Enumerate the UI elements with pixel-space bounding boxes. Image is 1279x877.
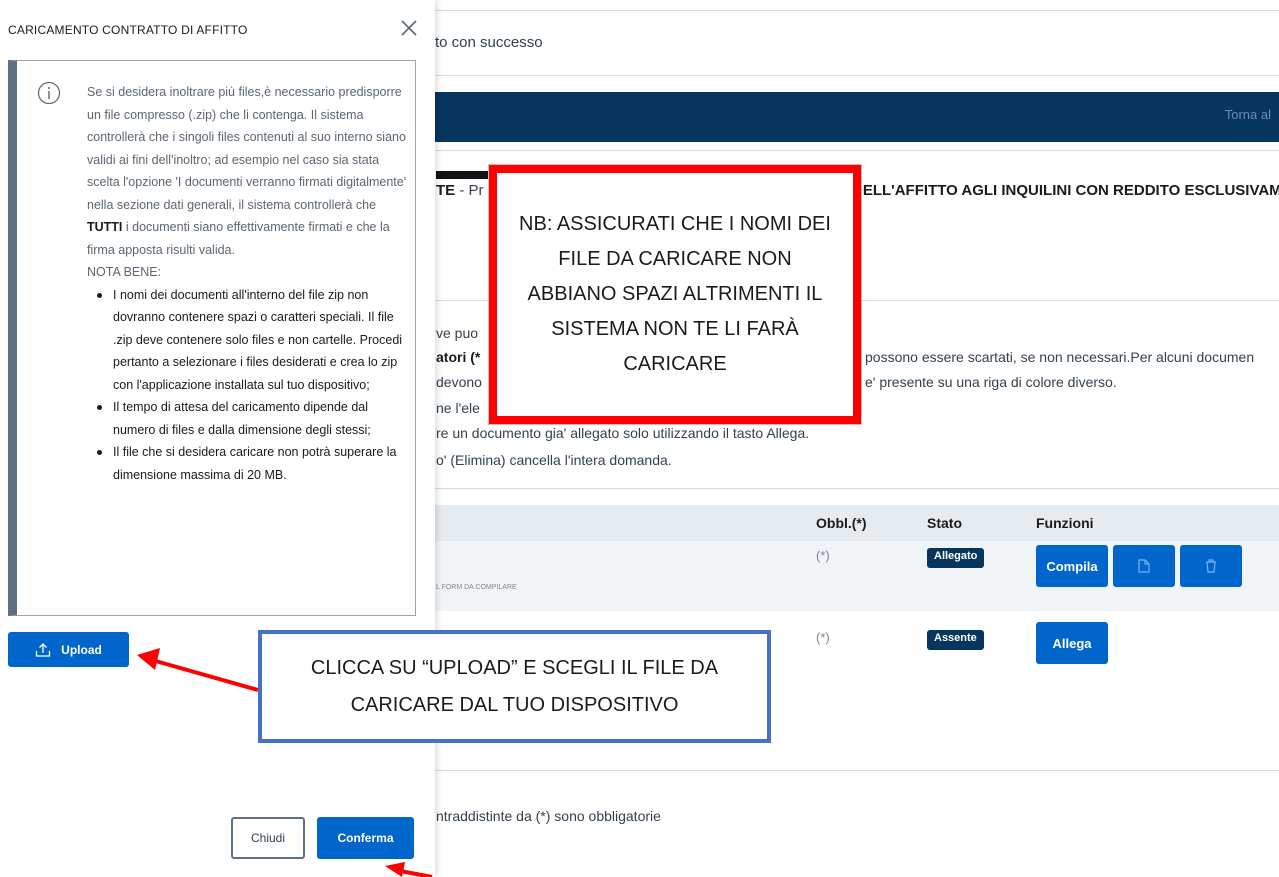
delete-button[interactable] [1180, 545, 1242, 587]
divider [435, 150, 1279, 151]
list-item: I nomi dei documenti all'interno del fil… [97, 284, 409, 397]
compila-button[interactable]: Compila [1036, 545, 1108, 587]
list-item: Il file che si desidera caricare non pot… [97, 441, 409, 486]
close-button[interactable] [395, 14, 423, 42]
instruction-text: atori (* [436, 349, 481, 365]
status-badge: Allegato [927, 548, 985, 568]
success-message: to con successo [435, 34, 543, 51]
back-link[interactable]: Torna al [1225, 107, 1271, 122]
info-text: Se si desidera inoltrare più files,è nec… [87, 81, 409, 486]
column-header-stato: Stato [927, 515, 962, 531]
redacted-strip [436, 171, 492, 179]
upload-modal: CARICAMENTO CONTRATTO DI AFFITTO Se si d… [0, 0, 435, 877]
page-title-right: DELL'AFFITTO AGLI INQUILINI CON REDDITO … [852, 182, 1279, 199]
nota-bene-label: NOTA BENE: [87, 265, 162, 279]
document-icon [1138, 559, 1150, 573]
conferma-button[interactable]: Conferma [317, 817, 414, 859]
close-icon [401, 20, 417, 36]
divider [435, 75, 1279, 76]
list-item: Il tempo di attesa del caricamento dipen… [97, 396, 409, 441]
info-paragraph: Se si desidera inoltrare più files,è nec… [87, 85, 407, 257]
instruction-text: ne l'ele [436, 400, 480, 416]
upload-hint-text: CLICCA SU “UPLOAD” E SCEGLI IL FILE DA C… [310, 656, 719, 716]
navbar: Torna al [435, 92, 1279, 142]
warning-callout: NB: ASSICURATI CHE I NOMI DEI FILE DA CA… [489, 165, 861, 424]
upload-button[interactable]: Upload [8, 632, 129, 667]
chiudi-button[interactable]: Chiudi [231, 817, 305, 859]
required-marker: (*) [816, 548, 830, 563]
required-marker: (*) [816, 630, 830, 645]
view-document-button[interactable] [1113, 545, 1175, 587]
instruction-text: devono [436, 374, 482, 390]
info-list: I nomi dei documenti all'interno del fil… [97, 284, 409, 487]
upload-icon [36, 642, 51, 657]
page-title-left: TE - Pr [436, 182, 484, 199]
status-badge: Assente [927, 630, 984, 650]
instruction-text: ve puo [436, 325, 479, 341]
allega-button[interactable]: Allega [1036, 622, 1108, 664]
info-callout: Se si desidera inoltrare più files,è nec… [8, 60, 416, 616]
upload-label: Upload [61, 642, 102, 657]
column-header-funzioni: Funzioni [1036, 515, 1094, 531]
instruction-text: re un documento gia' allegato solo utili… [436, 425, 810, 441]
instruction-text: e' presente su una riga di colore divers… [865, 374, 1117, 390]
instruction-text: possono essere scartati, se non necessar… [865, 349, 1255, 365]
trash-icon [1206, 559, 1216, 573]
footer-note: ntraddistinte da (*) sono obbligatorie [436, 808, 661, 824]
instruction-text: o' (Elimina) cancella l'intera domanda. [436, 452, 672, 468]
column-header-obbl: Obbl.(*) [816, 515, 867, 531]
upload-hint-callout: CLICCA SU “UPLOAD” E SCEGLI IL FILE DA C… [258, 630, 771, 743]
modal-title: CARICAMENTO CONTRATTO DI AFFITTO [8, 23, 248, 37]
divider [435, 770, 1279, 771]
warning-callout-text: NB: ASSICURATI CHE I NOMI DEI FILE DA CA… [519, 213, 831, 375]
info-icon [37, 81, 61, 105]
row-note: L FORM DA COMPILARE [436, 584, 517, 591]
divider [435, 488, 1279, 489]
divider [435, 10, 1279, 11]
